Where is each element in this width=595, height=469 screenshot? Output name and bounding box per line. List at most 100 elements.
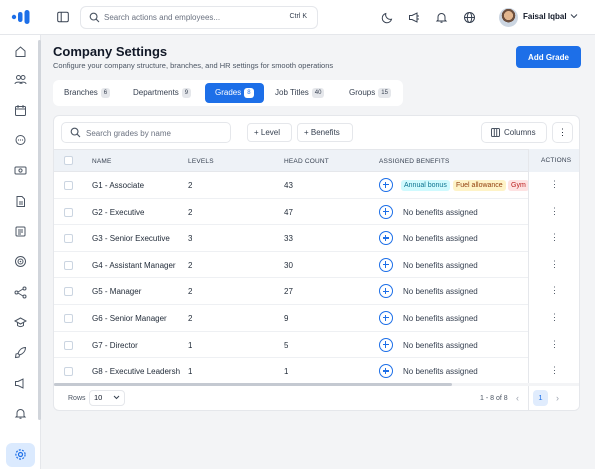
- globe-icon[interactable]: [463, 11, 476, 24]
- grade-name-cell: G1 - Associate: [92, 181, 145, 190]
- tab-count: 40: [311, 88, 325, 98]
- document-icon[interactable]: [14, 195, 27, 208]
- table-row[interactable]: G8 - Executive Leadership 1 1 No benefits a…: [54, 358, 579, 385]
- avatar[interactable]: [499, 8, 518, 27]
- table-row[interactable]: G2 - Executive 2 47 No benefits assigned: [54, 199, 579, 226]
- columns-icon: [491, 128, 500, 137]
- column-header-head-count[interactable]: HEAD COUNT: [284, 158, 329, 165]
- table-row[interactable]: G4 - Assistant Manager 2 30 No benefits ass…: [54, 252, 579, 279]
- megaphone-icon[interactable]: [14, 377, 27, 390]
- levels-cell: 2: [188, 287, 193, 297]
- add-benefit-plus-icon[interactable]: [379, 311, 393, 325]
- tab-count: 9: [181, 88, 192, 98]
- user-name[interactable]: Faisal Iqbal: [523, 12, 567, 21]
- row-checkbox[interactable]: [64, 260, 73, 270]
- grade-name-cell: G5 - Manager: [92, 287, 142, 297]
- add-level-button[interactable]: + Level: [247, 123, 292, 142]
- add-benefit-plus-icon[interactable]: [379, 231, 393, 246]
- rows-label: Rows: [68, 395, 86, 402]
- table-row[interactable]: G5 - Manager 2 27 No benefits assigned: [54, 278, 579, 305]
- row-checkbox[interactable]: [64, 287, 73, 297]
- row-checkbox[interactable]: [64, 367, 73, 377]
- table-row[interactable]: G3 - Senior Executive 3 33 No benefits assi…: [54, 225, 579, 252]
- tab-job-titles[interactable]: Job Titles 40: [265, 83, 337, 103]
- chat-icon[interactable]: [14, 134, 27, 147]
- calendar-icon[interactable]: [14, 104, 27, 117]
- moon-icon[interactable]: [381, 11, 394, 24]
- head-count-cell: 30: [284, 260, 293, 270]
- bell-icon[interactable]: [14, 407, 27, 420]
- row-actions-kebab-icon[interactable]: ⋮: [550, 365, 559, 376]
- tab-grades[interactable]: Grades 8: [205, 83, 264, 103]
- share-icon[interactable]: [14, 286, 27, 299]
- add-benefit-plus-icon[interactable]: [379, 204, 393, 219]
- graduation-cap-icon[interactable]: [13, 316, 28, 329]
- target-icon[interactable]: [14, 255, 27, 268]
- sidebar-toggle-icon[interactable]: [57, 11, 69, 23]
- add-grade-button[interactable]: Add Grade: [516, 46, 581, 68]
- columns-button[interactable]: Columns: [481, 122, 547, 143]
- horizontal-scrollbar[interactable]: [54, 383, 452, 386]
- bell-icon[interactable]: [435, 11, 448, 24]
- no-benefits-text: No benefits assigned: [403, 314, 478, 323]
- benefit-badge: Annual bonus: [401, 180, 450, 191]
- add-benefit-plus-icon[interactable]: [379, 257, 393, 272]
- row-checkbox[interactable]: [64, 340, 73, 350]
- table-row[interactable]: G1 - Associate 2 43 Annual bonus Fuel allowa…: [54, 172, 579, 199]
- column-header-levels[interactable]: LEVELS: [188, 158, 214, 165]
- row-checkbox[interactable]: [64, 207, 73, 217]
- levels-cell: 2: [188, 260, 193, 270]
- no-benefits-text: No benefits assigned: [403, 287, 478, 297]
- add-benefit-plus-icon[interactable]: [379, 337, 393, 352]
- tab-count: 6: [100, 88, 111, 98]
- home-icon[interactable]: [14, 45, 27, 58]
- sidebar-scrollbar[interactable]: [38, 40, 41, 420]
- global-search-input[interactable]: Search actions and employees... Ctrl K: [80, 6, 318, 29]
- row-actions-kebab-icon[interactable]: ⋮: [550, 259, 559, 270]
- row-checkbox[interactable]: [64, 314, 73, 323]
- head-count-cell: 47: [284, 207, 293, 217]
- grade-name-cell: G6 - Senior Manager: [92, 314, 167, 323]
- tab-branches[interactable]: Branches 6: [54, 83, 118, 103]
- no-benefits-text: No benefits assigned: [403, 234, 478, 244]
- head-count-cell: 27: [284, 287, 293, 297]
- rocket-icon[interactable]: [14, 346, 27, 359]
- next-page-button[interactable]: ›: [556, 393, 559, 403]
- column-header-name[interactable]: NAME: [92, 158, 112, 165]
- pagination-range: 1 - 8 of 8: [480, 395, 508, 402]
- tab-groups[interactable]: Groups 15: [339, 83, 401, 103]
- tab-departments[interactable]: Departments 9: [123, 83, 199, 103]
- money-icon[interactable]: [14, 164, 27, 177]
- megaphone-icon[interactable]: [408, 11, 421, 24]
- row-actions-kebab-icon[interactable]: ⋮: [550, 312, 559, 323]
- row-actions-kebab-icon[interactable]: ⋮: [550, 285, 559, 296]
- table-row[interactable]: G6 - Senior Manager 2 9 No benefits assigne…: [54, 305, 579, 332]
- select-all-checkbox[interactable]: [64, 156, 73, 165]
- app-logo-icon[interactable]: [11, 9, 31, 25]
- no-benefits-text: No benefits assigned: [403, 367, 478, 377]
- page-number-button[interactable]: 1: [533, 390, 548, 406]
- grade-search-input[interactable]: Search grades by name: [61, 122, 231, 143]
- column-header-assigned-benefits[interactable]: ASSIGNED BENEFITS: [379, 158, 450, 165]
- tab-count: 15: [378, 88, 391, 98]
- chevron-down-icon[interactable]: [570, 13, 578, 19]
- row-checkbox[interactable]: [64, 181, 73, 190]
- settings-icon[interactable]: [14, 448, 27, 461]
- receipt-icon[interactable]: [14, 225, 27, 238]
- rows-per-page-select[interactable]: 10: [89, 390, 125, 406]
- row-actions-kebab-icon[interactable]: ⋮: [550, 339, 559, 350]
- settings-tabs: Branches 6 Departments 9 Grades 8 Job Title…: [53, 80, 403, 106]
- users-icon[interactable]: [14, 73, 27, 86]
- add-benefit-plus-icon[interactable]: [379, 284, 393, 299]
- more-options-button[interactable]: ⋮: [552, 122, 573, 143]
- tab-label: Grades: [215, 88, 242, 97]
- add-benefit-plus-icon[interactable]: [379, 178, 393, 192]
- table-row[interactable]: G7 - Director 1 5 No benefits assigned: [54, 332, 579, 359]
- row-actions-kebab-icon[interactable]: ⋮: [550, 179, 559, 190]
- add-benefits-button[interactable]: + Benefits: [297, 123, 353, 142]
- add-benefit-plus-icon[interactable]: [379, 364, 393, 379]
- row-checkbox[interactable]: [64, 234, 73, 244]
- previous-page-button[interactable]: ‹: [516, 393, 519, 403]
- row-actions-kebab-icon[interactable]: ⋮: [550, 232, 559, 243]
- row-actions-kebab-icon[interactable]: ⋮: [550, 206, 559, 217]
